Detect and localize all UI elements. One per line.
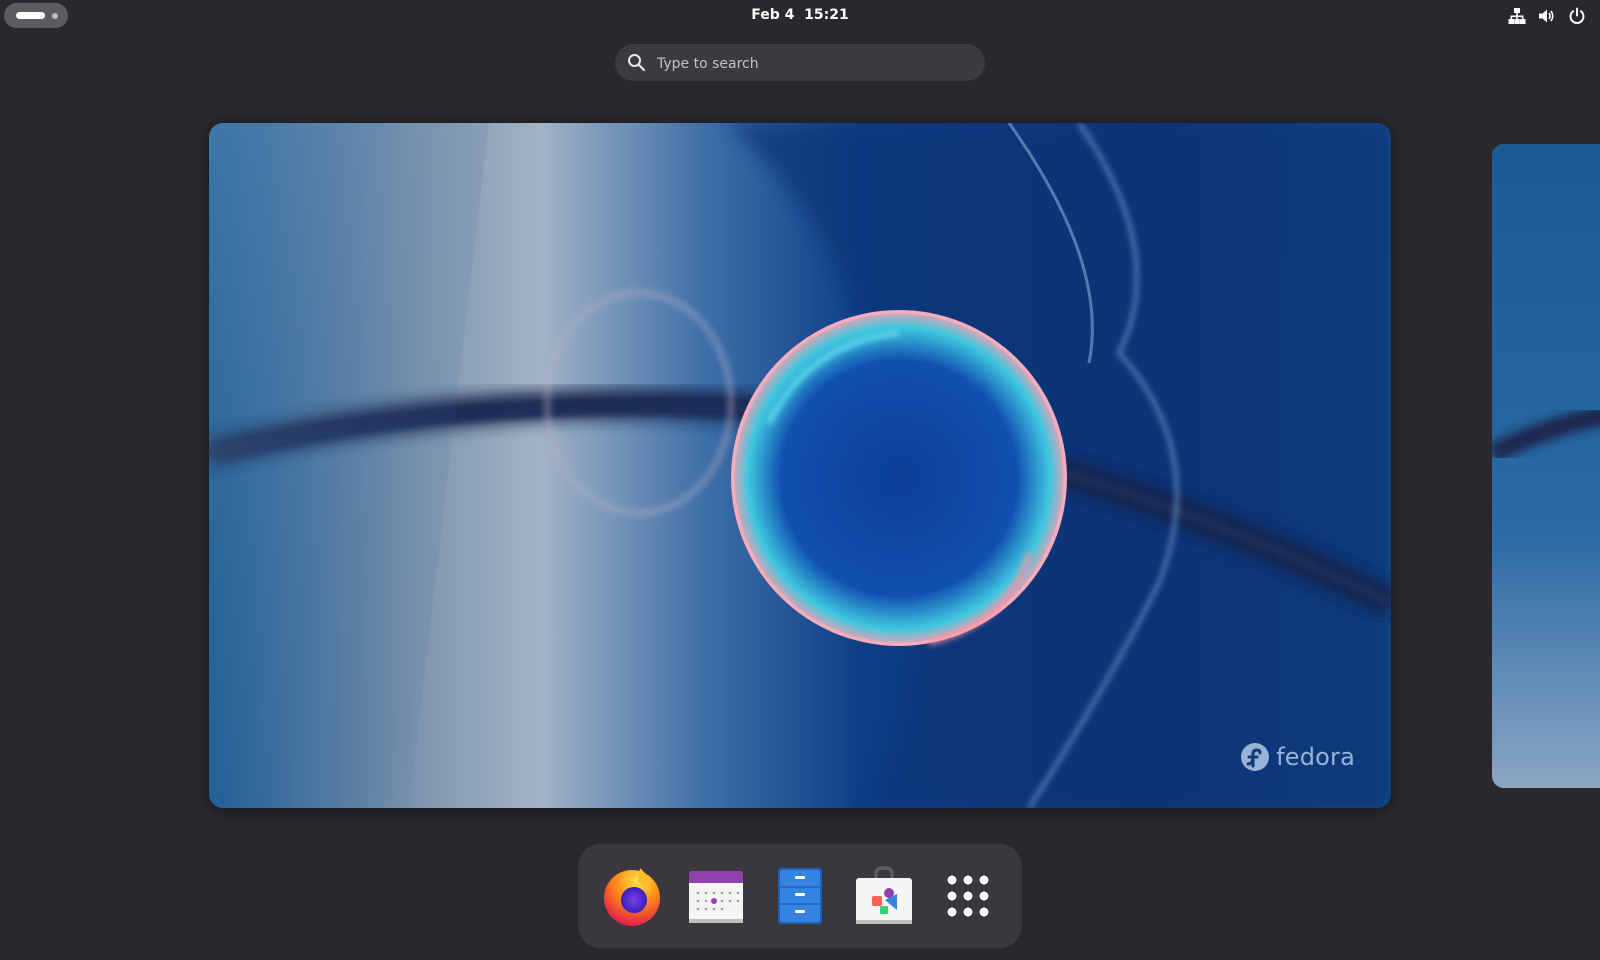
app-grid-icon [947,875,989,917]
file-cabinet-icon [778,868,822,924]
dash-app-software[interactable] [852,864,916,928]
wallpaper [209,123,1391,808]
show-apps-button[interactable] [936,864,1000,928]
dash-app-calendar[interactable] [684,864,748,928]
activities-button[interactable] [4,3,68,28]
fedora-logo-icon [1241,743,1270,771]
workspace-thumbnail[interactable]: fedora [209,123,1391,808]
fedora-logo: fedora [1240,742,1355,772]
dash [578,844,1022,948]
fedora-wordmark: fedora [1276,743,1355,771]
top-bar: Feb 4 15:21 [0,0,1600,31]
search-input[interactable] [655,44,969,83]
system-tray[interactable] [1508,7,1586,25]
volume-icon[interactable] [1538,7,1556,25]
search-entry[interactable] [615,44,985,83]
calendar-icon [689,871,743,923]
active-workspace-indicator [16,12,45,19]
clock[interactable]: Feb 4 15:21 [700,0,900,31]
software-bag-icon [856,866,912,924]
next-workspace-thumbnail[interactable] [1492,144,1600,788]
dash-app-files[interactable] [768,864,832,928]
search-icon [627,53,646,72]
workspace-indicator [52,13,58,19]
dash-app-firefox[interactable] [600,864,664,928]
next-wallpaper [1492,144,1600,788]
power-icon[interactable] [1568,7,1586,25]
network-wired-icon[interactable] [1508,7,1526,25]
firefox-icon [604,868,660,926]
